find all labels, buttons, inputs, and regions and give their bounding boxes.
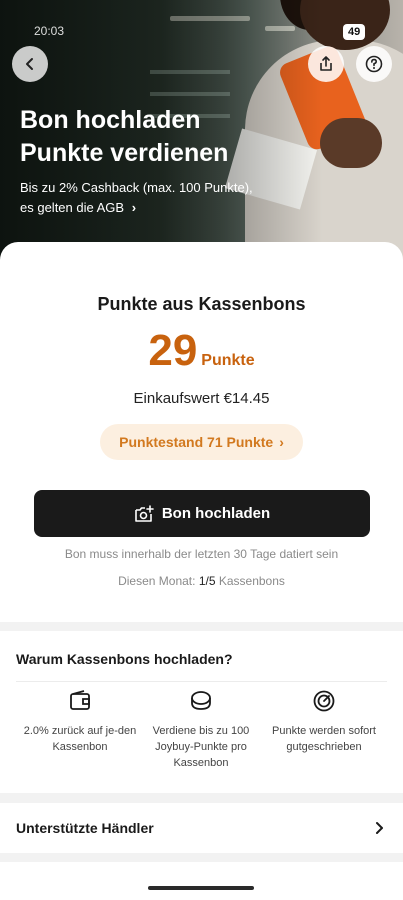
points-earned: 29 Punkte: [0, 326, 403, 376]
chevron-right-icon: ›: [131, 200, 137, 215]
home-indicator[interactable]: [148, 886, 254, 890]
hero-title: Bon hochladen Punkte verdienen: [20, 106, 229, 167]
upload-receipt-button[interactable]: Bon hochladen: [34, 490, 370, 537]
share-button[interactable]: [308, 46, 344, 82]
feature-item: Verdiene bis zu 100 Joybuy-Punkte pro Ka…: [141, 689, 261, 771]
points-unit: Punkte: [201, 352, 255, 369]
camera-plus-icon: [135, 504, 154, 522]
bottom-safe-area: [0, 862, 403, 900]
coins-icon: [191, 691, 211, 710]
date-requirement-note: Bon muss innerhalb der letzten 30 Tage d…: [64, 547, 339, 561]
wallet-icon: [70, 690, 90, 710]
speed-gauge-icon: [313, 690, 335, 712]
merchants-label: Unterstützte Händler: [16, 820, 154, 836]
feature-item: 2.0% zurück auf je-den Kassenbon: [20, 689, 140, 755]
section-title: Warum Kassenbons hochladen?: [16, 651, 233, 667]
card-title: Punkte aus Kassenbons: [97, 294, 306, 314]
chevron-left-icon: [26, 58, 33, 70]
points-balance-link[interactable]: Punktestand 71 Punkte ›: [100, 424, 303, 460]
feature-item: Punkte werden sofort gutgeschrieben: [264, 689, 384, 755]
back-button[interactable]: [12, 46, 48, 82]
question-mark-icon: [365, 55, 383, 73]
share-icon: [320, 56, 332, 71]
monthly-count-note: Diesen Monat: 1/5 Kassenbons: [118, 574, 285, 588]
chevron-right-icon: [376, 822, 383, 834]
points-summary-card: Punkte aus Kassenbons 29 Punkte Einkaufsw…: [0, 242, 403, 622]
points-value: 29: [148, 326, 198, 375]
help-button[interactable]: [356, 46, 392, 82]
divider: [16, 681, 387, 682]
terms-link[interactable]: Bis zu 2% Cashback (max. 100 Punkte), es…: [20, 178, 270, 218]
supported-merchants-row[interactable]: Unterstützte Händler: [0, 803, 403, 853]
chevron-right-icon: ›: [279, 434, 284, 450]
status-time: 20:03: [34, 24, 65, 38]
battery-badge: 49: [343, 24, 366, 40]
why-upload-section: Warum Kassenbons hochladen? 2.0% zurück …: [0, 631, 403, 793]
purchase-value: Einkaufswert €14.45: [133, 390, 270, 407]
